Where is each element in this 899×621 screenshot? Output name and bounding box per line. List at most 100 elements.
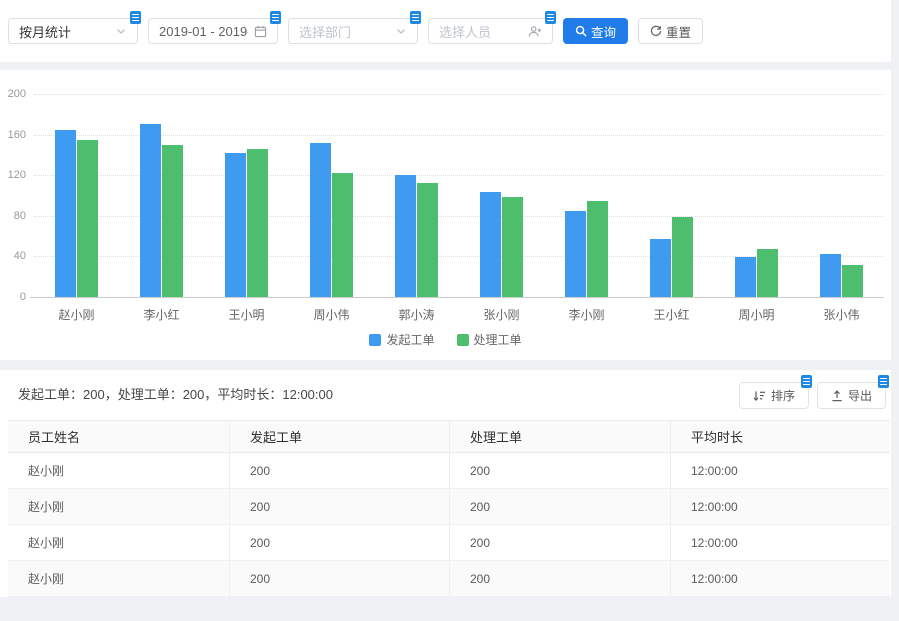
bar-处理工单[interactable] (417, 183, 438, 297)
bar-group (799, 94, 884, 297)
y-axis-label: 200 (0, 88, 26, 100)
table-body: 赵小刚20020012:00:00赵小刚20020012:00:00赵小刚200… (8, 453, 890, 597)
bar-发起工单[interactable] (565, 211, 586, 297)
sort-button[interactable]: 排序 (739, 382, 809, 409)
legend-label: 发起工单 (386, 331, 434, 348)
x-axis-label: 王小明 (204, 306, 289, 323)
x-axis-label: 张小伟 (799, 306, 884, 323)
list-badge-icon[interactable] (545, 11, 556, 24)
bar-group (714, 94, 799, 297)
bar-处理工单[interactable] (332, 173, 353, 297)
bar-发起工单[interactable] (395, 175, 416, 297)
list-badge-icon[interactable] (410, 11, 421, 24)
y-axis-label: 120 (0, 169, 26, 181)
upload-icon (831, 390, 843, 402)
bar-plot (34, 94, 884, 297)
bar-group (204, 94, 289, 297)
bar-group (289, 94, 374, 297)
bar-group (119, 94, 204, 297)
user-add-icon (528, 25, 542, 38)
x-axis-label: 李小红 (119, 306, 204, 323)
legend-item[interactable]: 发起工单 (369, 331, 434, 348)
bar-group (459, 94, 544, 297)
bar-发起工单[interactable] (480, 192, 501, 297)
table-cell: 200 (229, 453, 449, 488)
table-cell: 200 (229, 489, 449, 524)
x-axis-label: 周小明 (714, 306, 799, 323)
workorder-table: 员工姓名 发起工单 处理工单 平均时长 赵小刚20020012:00:00赵小刚… (8, 420, 890, 597)
bar-处理工单[interactable] (247, 149, 268, 297)
bar-发起工单[interactable] (310, 143, 331, 297)
list-badge-icon[interactable] (270, 11, 281, 24)
bar-发起工单[interactable] (820, 254, 841, 297)
x-axis-line (30, 297, 884, 298)
bar-处理工单[interactable] (502, 197, 523, 297)
bar-发起工单[interactable] (55, 130, 76, 297)
person-placeholder: 选择人员 (439, 22, 522, 41)
bar-group (629, 94, 714, 297)
chevron-down-icon (395, 25, 407, 37)
y-axis-label: 40 (0, 250, 26, 262)
table-cell: 12:00:00 (670, 525, 890, 560)
header-cell: 处理工单 (449, 421, 670, 452)
sort-button-label: 排序 (771, 387, 795, 404)
table-cell: 12:00:00 (670, 453, 890, 488)
bar-发起工单[interactable] (735, 257, 756, 297)
list-badge-icon[interactable] (801, 375, 812, 388)
query-button[interactable]: 查询 (563, 18, 628, 44)
legend: 发起工单 处理工单 (0, 331, 891, 348)
department-select[interactable]: 选择部门 (288, 18, 418, 44)
export-button[interactable]: 导出 (817, 382, 886, 409)
x-axis-label: 赵小刚 (34, 306, 119, 323)
y-axis-label: 0 (0, 291, 26, 303)
table-cell: 12:00:00 (670, 489, 890, 524)
search-icon (575, 25, 587, 37)
chevron-down-icon (115, 25, 127, 37)
filter-toolbar: 按月统计 2019-01 - 2019-12 选择部门 选择人员 查询 (0, 0, 891, 62)
bar-处理工单[interactable] (587, 201, 608, 297)
bar-处理工单[interactable] (162, 145, 183, 297)
bar-处理工单[interactable] (757, 249, 778, 297)
header-cell: 员工姓名 (8, 421, 229, 452)
export-button-label: 导出 (848, 387, 872, 404)
stat-type-select[interactable]: 按月统计 (8, 18, 138, 44)
table-cell: 赵小刚 (8, 525, 229, 560)
table-cell: 赵小刚 (8, 489, 229, 524)
bar-group (544, 94, 629, 297)
department-placeholder: 选择部门 (299, 22, 389, 41)
y-axis-label: 160 (0, 129, 26, 141)
table-cell: 赵小刚 (8, 561, 229, 596)
person-input[interactable]: 选择人员 (428, 18, 553, 44)
x-axis-label: 周小伟 (289, 306, 374, 323)
list-badge-icon[interactable] (130, 11, 141, 24)
y-axis-label: 80 (0, 210, 26, 222)
bar-发起工单[interactable] (140, 124, 161, 297)
bar-处理工单[interactable] (77, 140, 98, 297)
bar-处理工单[interactable] (672, 217, 693, 297)
refresh-icon (650, 25, 662, 37)
x-axis-label: 李小刚 (544, 306, 629, 323)
bar-发起工单[interactable] (225, 153, 246, 297)
x-axis-label: 张小刚 (459, 306, 544, 323)
table-cell: 200 (229, 525, 449, 560)
reset-button[interactable]: 重置 (638, 18, 703, 44)
bar-发起工单[interactable] (650, 239, 671, 297)
list-badge-icon[interactable] (878, 375, 889, 388)
bar-处理工单[interactable] (842, 265, 863, 297)
table-cell: 12:00:00 (670, 561, 890, 596)
reset-button-label: 重置 (666, 22, 691, 41)
table-row: 赵小刚20020012:00:00 (8, 525, 890, 561)
table-cell: 赵小刚 (8, 453, 229, 488)
date-range-input[interactable]: 2019-01 - 2019-12 (148, 18, 278, 44)
date-range-value: 2019-01 - 2019-12 (159, 24, 248, 39)
table-row: 赵小刚20020012:00:00 (8, 453, 890, 489)
table-cell: 200 (229, 561, 449, 596)
bar-group (374, 94, 459, 297)
table-cell: 200 (449, 525, 670, 560)
header-cell: 发起工单 (229, 421, 449, 452)
x-axis-label: 郭小涛 (374, 306, 459, 323)
table-cell: 200 (449, 489, 670, 524)
legend-item[interactable]: 处理工单 (457, 331, 522, 348)
summary-text: 发起工单：200，处理工单：200，平均时长：12:00:00 (18, 384, 333, 403)
sort-icon (753, 390, 766, 402)
